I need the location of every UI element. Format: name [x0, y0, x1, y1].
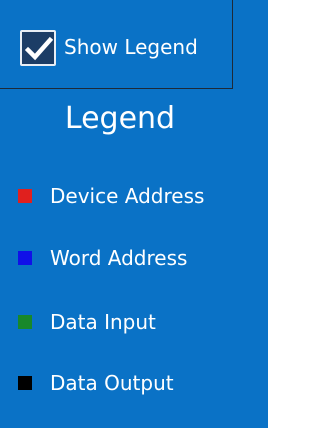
show-legend-toggle[interactable]: Show Legend: [0, 0, 233, 89]
device-address-swatch: [18, 189, 32, 203]
word-address-swatch: [18, 251, 32, 265]
legend-item-label: Data Output: [50, 371, 174, 395]
legend-item-word-address: Word Address: [18, 243, 258, 273]
legend-item-label: Data Input: [50, 310, 156, 334]
legend-title: Legend: [64, 101, 176, 136]
show-legend-label[interactable]: Show Legend: [64, 33, 198, 61]
data-output-swatch: [18, 376, 32, 390]
checkmark-icon: [25, 36, 53, 61]
legend-item-data-output: Data Output: [18, 368, 258, 398]
legend-panel: Show Legend Legend Device Address Word A…: [0, 0, 268, 428]
legend-item-data-input: Data Input: [18, 307, 258, 337]
legend-item-label: Device Address: [50, 184, 205, 208]
data-input-swatch: [18, 315, 32, 329]
legend-item-label: Word Address: [50, 246, 188, 270]
show-legend-checkbox[interactable]: [20, 30, 56, 66]
legend-item-device-address: Device Address: [18, 181, 258, 211]
